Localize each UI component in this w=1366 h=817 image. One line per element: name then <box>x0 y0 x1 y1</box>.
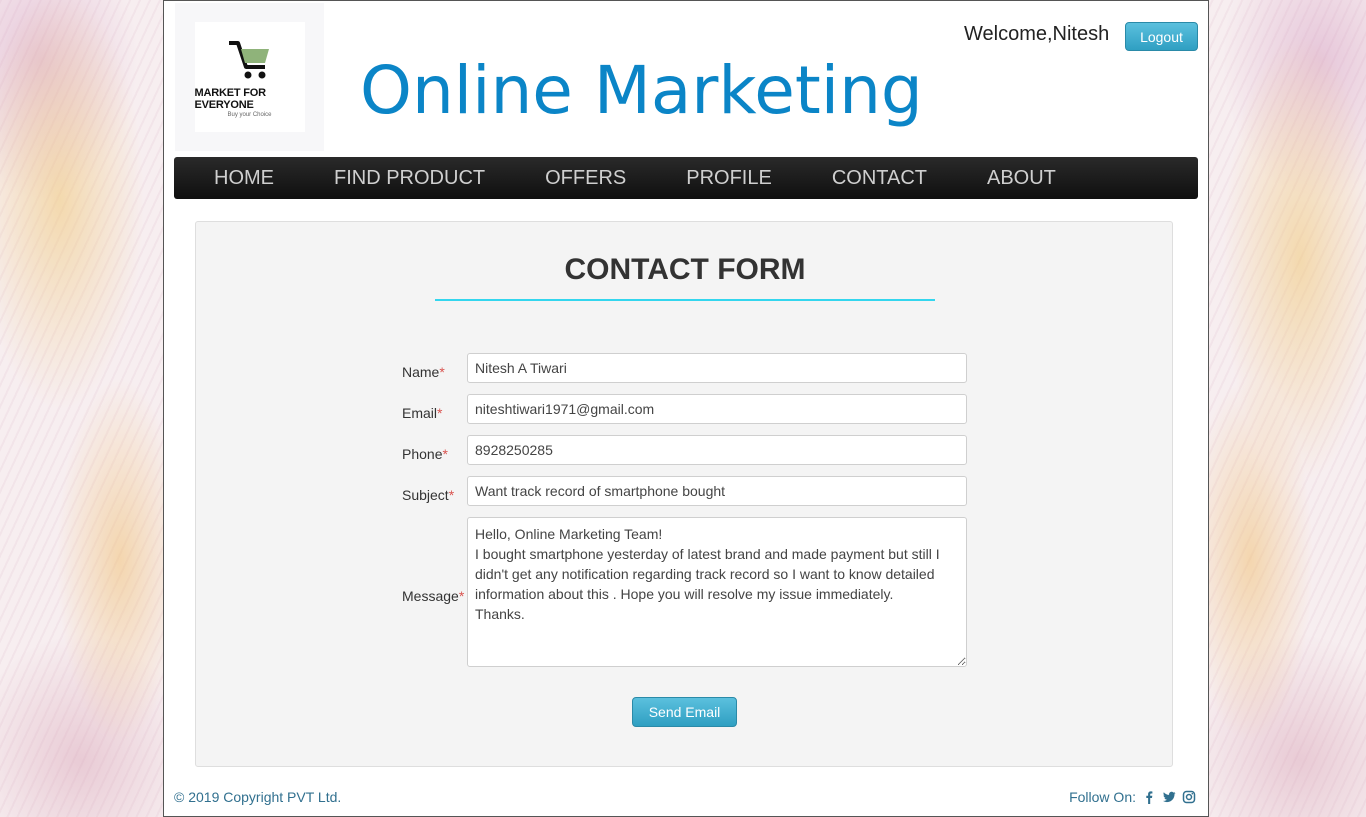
name-label: Name* <box>402 364 445 380</box>
shopping-cart-icon <box>228 40 269 78</box>
site-title: Online Marketing <box>360 52 923 129</box>
welcome-text: Welcome,Nitesh <box>964 23 1110 45</box>
phone-input[interactable] <box>467 435 967 465</box>
nav-item-home[interactable]: HOME <box>214 167 274 190</box>
nav-item-contact[interactable]: CONTACT <box>832 167 927 190</box>
nav-item-offers[interactable]: OFFERS <box>545 167 626 190</box>
nav-item-profile[interactable]: PROFILE <box>686 167 772 190</box>
message-label: Message* <box>402 588 465 604</box>
logo-tagline: Buy your Choice <box>227 111 272 118</box>
nav-item-find-product[interactable]: FIND PRODUCT <box>334 167 485 190</box>
contact-form-panel: CONTACT FORM Name* Email* Phone* Subject… <box>195 221 1173 767</box>
follow-label: Follow On: <box>1069 789 1136 805</box>
required-mark: * <box>458 588 465 604</box>
title-underline <box>435 299 935 301</box>
copyright-text: © 2019 Copyright PVT Ltd. <box>174 789 342 805</box>
site-logo[interactable]: MARKET FOR EVERYONE Buy your Choice <box>175 3 324 151</box>
message-textarea[interactable]: Hello, Online Marketing Team! I bought s… <box>467 517 967 667</box>
send-email-button[interactable]: Send Email <box>632 697 737 727</box>
logout-button[interactable]: Logout <box>1125 22 1198 51</box>
required-mark: * <box>442 446 448 462</box>
nav-item-about[interactable]: ABOUT <box>987 167 1056 190</box>
phone-label: Phone* <box>402 446 448 462</box>
instagram-icon[interactable] <box>1182 790 1196 804</box>
twitter-icon[interactable] <box>1162 790 1176 804</box>
main-navbar: HOME FIND PRODUCT OFFERS PROFILE CONTACT… <box>174 157 1198 199</box>
page-container: MARKET FOR EVERYONE Buy your Choice Onli… <box>163 0 1209 817</box>
social-links: Follow On: <box>1069 789 1196 805</box>
required-mark: * <box>439 364 445 380</box>
logo-inner: MARKET FOR EVERYONE Buy your Choice <box>194 22 305 132</box>
facebook-icon[interactable] <box>1142 790 1156 804</box>
subject-input[interactable] <box>467 476 967 506</box>
name-input[interactable] <box>467 353 967 383</box>
subject-label: Subject* <box>402 487 455 503</box>
email-input[interactable] <box>467 394 967 424</box>
logo-text: MARKET FOR EVERYONE <box>194 86 267 111</box>
required-mark: * <box>437 405 443 421</box>
email-label: Email* <box>402 405 443 421</box>
required-mark: * <box>448 487 455 503</box>
form-title: CONTACT FORM <box>564 253 806 286</box>
